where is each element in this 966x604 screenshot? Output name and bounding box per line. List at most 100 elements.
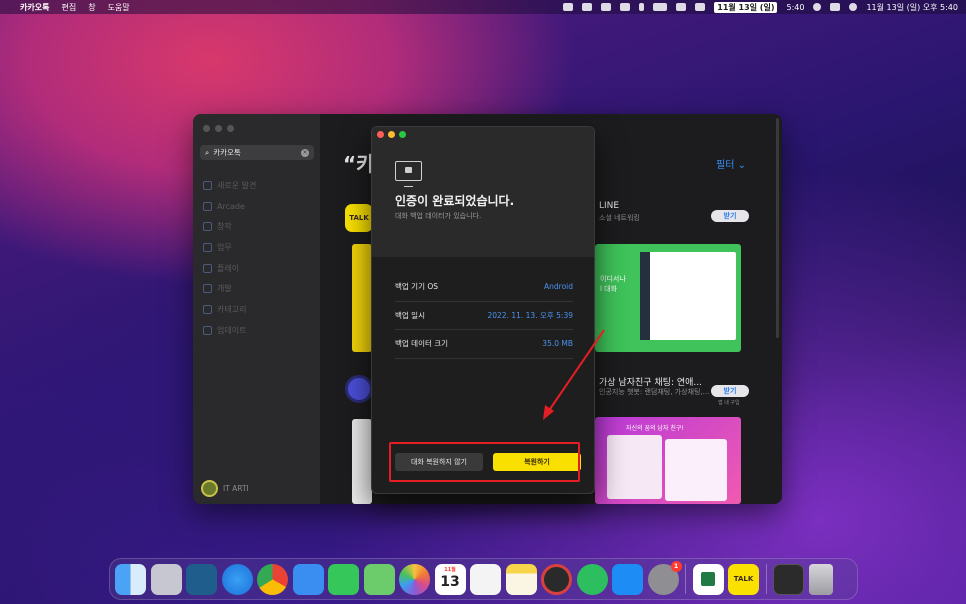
chevron-down-icon: ⌄ [737,160,746,171]
window-controls [203,125,234,132]
calendar-icon[interactable]: 11월 13 [434,563,466,595]
photo-booth-icon[interactable] [541,563,572,595]
backup-info-row: 백업 기기 OS Android [395,273,573,302]
sidebar: ⌕ 카카오톡 × 새로운 발견 Arcade 창작 업무 플레이 개발 카테고리… [193,114,320,504]
search-icon: ⌕ [205,147,210,157]
status-chat-icon[interactable] [563,3,574,11]
chatbot-screenshot-title: 자신의 꿈의 남자 친구! [626,425,684,432]
rocket-icon [203,263,212,273]
dialog-subtitle: 대화 백업 데이터가 있습니다. [395,212,482,220]
wifi-icon[interactable] [695,3,706,11]
monitor-lock-icon [395,161,422,187]
photos-icon[interactable] [399,563,430,595]
minimize-button[interactable] [215,125,222,132]
date-badge[interactable]: 11월 13일 (일) [714,1,778,13]
line-screenshot[interactable] [595,244,741,352]
joystick-icon [203,201,212,211]
kakaotalk-icon[interactable]: TALK [728,563,759,595]
finder-icon[interactable] [115,563,146,595]
app-screenshot-left[interactable] [352,419,372,504]
backup-info-row: 백업 일시 2022. 11. 13. 오후 5:39 [395,302,573,330]
system-preferences-icon[interactable]: 1 [647,560,682,595]
paperplane-icon [203,242,212,252]
control-center-icon[interactable] [830,3,841,11]
kakaotalk-screenshot[interactable] [352,244,372,352]
chatbot-screenshot-card [607,435,662,499]
menu-edit[interactable]: 편집 [61,2,76,13]
filter-button[interactable]: 필터 ⌄ [716,156,746,171]
backup-info-list: 백업 기기 OS Android 백업 일시 2022. 11. 13. 오후 5:… [395,273,573,359]
line-promo-text: 이디서나 l 대화 [600,275,626,293]
download-icon [203,325,212,335]
evernote-icon[interactable] [576,563,608,595]
brush-icon [203,222,212,232]
siri-icon[interactable] [849,3,858,11]
star-icon [203,180,212,190]
menu-app-name[interactable]: 카카오톡 [20,2,49,13]
grid-icon [203,304,212,314]
notes-icon[interactable] [505,563,537,595]
hammer-icon [203,284,212,294]
line-get-button[interactable]: 받기 [711,210,749,222]
zoom-button[interactable] [227,125,234,132]
sidebar-item-play[interactable]: 플레이 [203,258,256,279]
settings-badge: 1 [670,560,682,572]
scrollbar[interactable] [776,118,779,338]
bluetooth-icon[interactable] [639,3,645,11]
chatbot-app-icon[interactable] [345,375,373,403]
sidebar-item-develop[interactable]: 개발 [203,278,256,299]
account-button[interactable]: IT ARTI [201,480,249,497]
search-input[interactable]: ⌕ 카카오톡 × [200,145,314,160]
excel-icon[interactable] [692,563,724,595]
user-name: IT ARTI [223,484,249,493]
launchpad-icon[interactable] [150,563,182,595]
reminders-icon[interactable] [470,563,501,595]
terminal-icon[interactable] [773,563,804,595]
trash-icon[interactable] [808,563,833,595]
dock: 11월 13 1 TALK [109,558,858,600]
dialog-close-button[interactable] [377,131,384,138]
safari-icon[interactable] [221,563,253,595]
message-icon[interactable] [676,3,687,11]
kakaotalk-app-icon[interactable]: TALK [345,204,373,232]
sidebar-item-updates[interactable]: 업데이트 [203,320,256,341]
sidebar-item-arcade[interactable]: Arcade [203,196,256,217]
sidebar-item-create[interactable]: 창작 [203,216,256,237]
menu-bar: 카카오톡 편집 창 도움말 11월 13일 (일) 5:40 11월 13일 (… [0,0,966,14]
sidebar-item-work[interactable]: 업무 [203,237,256,258]
avatar [201,480,218,497]
backup-info-row: 백업 데이터 크기 35.0 MB [395,330,573,359]
maps-icon[interactable] [363,563,395,595]
line-app-category: 소셜 네트워킹 [599,214,640,222]
dock-separator [765,564,767,594]
battery-icon[interactable] [653,3,668,11]
in-app-purchase-note: 앱 내 구입 [718,400,740,406]
chatbot-screenshot-card [665,439,727,501]
status-app-icon[interactable] [601,3,612,11]
spotlight-icon[interactable] [813,3,822,11]
chatbot-get-button[interactable]: 받기 [711,385,749,397]
menu-help[interactable]: 도움말 [108,2,130,13]
chatbot-app-subtitle: 인공지능 챗봇: 랜덤채팅, 가상채팅,... [599,388,710,396]
chrome-icon[interactable] [257,563,288,595]
line-app-name[interactable]: LINE [599,201,619,211]
dialog-zoom-button[interactable] [399,131,406,138]
status-cloud-icon[interactable] [582,3,593,11]
annotation-highlight-box [389,442,580,482]
menu-window[interactable]: 창 [88,2,95,13]
messages-icon[interactable] [328,563,359,595]
badge-time: 5:40 [786,2,805,12]
status-evernote-icon[interactable] [620,3,631,11]
dialog-window-controls [377,131,406,138]
menubar-clock[interactable]: 11월 13일 (일) 오후 5:40 [866,2,958,13]
paw-icon[interactable] [186,563,217,595]
dialog-minimize-button[interactable] [388,131,395,138]
close-button[interactable] [203,125,210,132]
clear-search-icon[interactable]: × [301,148,309,157]
app-store-icon[interactable] [612,563,643,595]
restore-dialog: 인증이 완료되었습니다. 대화 백업 데이터가 있습니다. 백업 기기 OS An… [371,126,595,494]
sidebar-item-discover[interactable]: 새로운 발견 [203,175,256,196]
sidebar-item-categories[interactable]: 카테고리 [203,299,256,320]
mail-icon[interactable] [292,563,324,595]
line-screenshot-ui [640,252,736,340]
